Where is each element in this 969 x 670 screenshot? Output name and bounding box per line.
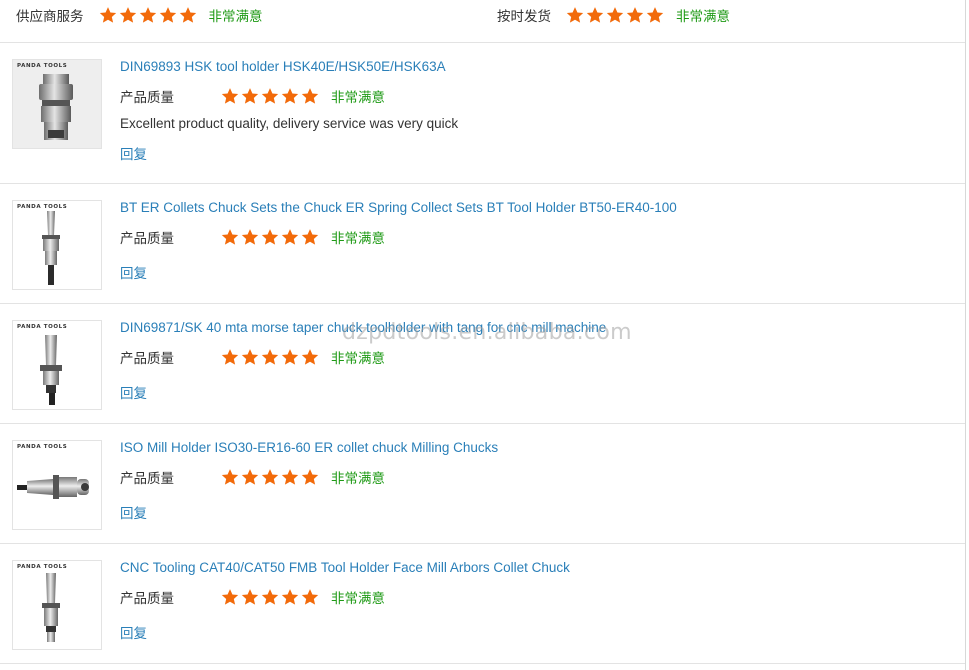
product-title-link[interactable]: DIN69871/SK 40 mta morse taper chuck too…: [120, 320, 606, 335]
star-icon: [626, 6, 644, 24]
star-icon: [281, 87, 299, 105]
review-item: PANDA TOOLS DIN69871/SK 40 mta morse tap…: [0, 304, 965, 424]
product-title-link[interactable]: DIN69893 HSK tool holder HSK40E/HSK50E/H…: [120, 59, 446, 74]
star-icon: [99, 6, 117, 24]
star-icon: [301, 468, 319, 486]
rating-summary: 供应商服务 非常满意 按时发货 非常满意: [0, 0, 965, 43]
product-quality-rating: 产品质量 非常满意: [120, 587, 385, 607]
star-icon: [606, 6, 624, 24]
star-icon: [281, 228, 299, 246]
product-quality-status: 非常满意: [331, 90, 385, 105]
star-icon: [281, 348, 299, 366]
product-quality-rating: 产品质量 非常满意: [120, 467, 385, 487]
review-item: PANDA TOOLS ISO Mill Holder ISO30-ER16-6…: [0, 424, 965, 544]
star-icon: [241, 228, 259, 246]
tool-holder-image: [42, 573, 60, 642]
shipping-status: 非常满意: [676, 9, 730, 24]
product-quality-rating: 产品质量 非常满意: [120, 347, 385, 367]
star-icon: [301, 348, 319, 366]
star-icon: [301, 87, 319, 105]
product-title-link[interactable]: BT ER Collets Chuck Sets the Chuck ER Sp…: [120, 200, 677, 215]
star-icon: [301, 228, 319, 246]
product-thumbnail[interactable]: PANDA TOOLS: [12, 560, 102, 650]
shipping-label: 按时发货: [497, 9, 551, 24]
product-quality-label: 产品质量: [120, 231, 174, 246]
review-comment: Excellent product quality, delivery serv…: [120, 116, 459, 131]
star-icon: [281, 468, 299, 486]
product-quality-label: 产品质量: [120, 591, 174, 606]
star-icon: [221, 348, 239, 366]
star-icon: [261, 348, 279, 366]
star-icon: [261, 468, 279, 486]
thumbnail-brand-text: PANDA TOOLS: [17, 63, 68, 69]
supplier-service-stars: [99, 6, 197, 24]
star-icon: [221, 228, 239, 246]
product-quality-status: 非常满意: [331, 471, 385, 486]
reply-link[interactable]: 回复: [120, 502, 147, 522]
star-icon: [119, 6, 137, 24]
thumbnail-brand-text: PANDA TOOLS: [17, 444, 68, 450]
reply-link[interactable]: 回复: [120, 262, 147, 282]
star-icon: [261, 228, 279, 246]
shipping-stars: [566, 6, 664, 24]
product-thumbnail[interactable]: PANDA TOOLS: [12, 440, 102, 530]
star-icon: [586, 6, 604, 24]
product-quality-label: 产品质量: [120, 90, 174, 105]
product-quality-rating: 产品质量 非常满意: [120, 86, 385, 106]
product-quality-status: 非常满意: [331, 591, 385, 606]
star-icon: [139, 6, 157, 24]
star-icon: [646, 6, 664, 24]
reply-link[interactable]: 回复: [120, 622, 147, 642]
star-icon: [261, 87, 279, 105]
thumbnail-brand-text: PANDA TOOLS: [17, 324, 68, 330]
star-icon: [241, 348, 259, 366]
star-icon: [159, 6, 177, 24]
product-thumbnail[interactable]: PANDA TOOLS: [12, 320, 102, 410]
right-divider: [965, 0, 966, 670]
star-icon: [301, 588, 319, 606]
tool-holder-image: [17, 475, 89, 499]
review-item: PANDA TOOLS BT ER Collets Chuck Sets the…: [0, 184, 965, 304]
star-icon: [261, 588, 279, 606]
product-thumbnail[interactable]: PANDA TOOLS: [12, 59, 102, 149]
supplier-service-label: 供应商服务: [16, 9, 84, 24]
tool-holder-image: [13, 60, 101, 148]
star-icon: [241, 468, 259, 486]
product-quality-status: 非常满意: [331, 351, 385, 366]
product-quality-stars: [221, 228, 319, 246]
product-quality-stars: [221, 348, 319, 366]
product-thumbnail[interactable]: PANDA TOOLS: [12, 200, 102, 290]
product-quality-stars: [221, 468, 319, 486]
product-title-link[interactable]: ISO Mill Holder ISO30-ER16-60 ER collet …: [120, 440, 498, 455]
product-quality-stars: [221, 87, 319, 105]
product-quality-status: 非常满意: [331, 231, 385, 246]
product-quality-label: 产品质量: [120, 471, 174, 486]
product-quality-rating: 产品质量 非常满意: [120, 227, 385, 247]
product-quality-stars: [221, 588, 319, 606]
shipping-rating: 按时发货 非常满意: [497, 5, 730, 25]
star-icon: [221, 87, 239, 105]
star-icon: [221, 588, 239, 606]
tool-holder-image: [42, 211, 60, 285]
thumbnail-brand-text: PANDA TOOLS: [17, 204, 68, 210]
product-quality-label: 产品质量: [120, 351, 174, 366]
product-title-link[interactable]: CNC Tooling CAT40/CAT50 FMB Tool Holder …: [120, 560, 570, 575]
star-icon: [179, 6, 197, 24]
review-item: PANDA TOOLS DIN69893 HSK tool holder HSK…: [0, 43, 965, 184]
star-icon: [241, 87, 259, 105]
supplier-service-status: 非常满意: [208, 9, 263, 24]
star-icon: [566, 6, 584, 24]
review-item: PANDA TOOLS CNC Tooling CAT40/CAT50 FMB …: [0, 544, 965, 664]
supplier-service-rating: 供应商服务 非常满意: [16, 5, 263, 25]
reply-link[interactable]: 回复: [120, 382, 147, 402]
star-icon: [281, 588, 299, 606]
tool-holder-image: [40, 335, 62, 405]
thumbnail-brand-text: PANDA TOOLS: [17, 564, 68, 570]
star-icon: [241, 588, 259, 606]
reply-link[interactable]: 回复: [120, 143, 147, 163]
star-icon: [221, 468, 239, 486]
